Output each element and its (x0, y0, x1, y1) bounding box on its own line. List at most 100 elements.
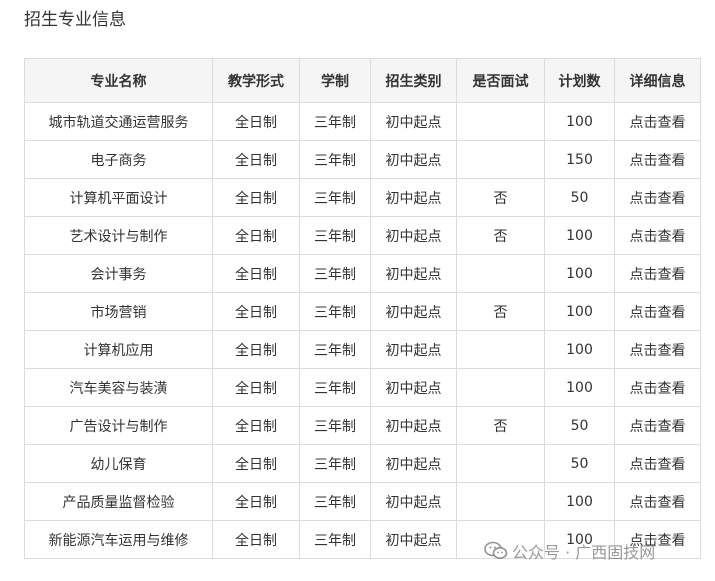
interview-cell (456, 444, 545, 483)
column-header: 计划数 (544, 58, 615, 103)
enrollment-type-cell: 初中起点 (370, 330, 457, 369)
table-row: 广告设计与制作 全日制 三年制 初中起点否 50 点击查看 (24, 406, 701, 445)
study-mode-cell: 全日制 (212, 482, 300, 521)
table-row: 汽车美容与装潢 全日制 三年制 初中起点 100 点击查看 (24, 368, 701, 407)
duration-cell: 三年制 (299, 368, 371, 407)
interview-cell (456, 520, 545, 559)
enrollment-type-cell: 初中起点 (370, 406, 457, 445)
interview-cell: 否 (456, 406, 545, 445)
interview-cell: 否 (456, 178, 545, 217)
duration-cell: 三年制 (299, 102, 371, 141)
details-link[interactable]: 点击查看 (614, 482, 701, 521)
details-link[interactable]: 点击查看 (614, 330, 701, 369)
details-link[interactable]: 点击查看 (614, 406, 701, 445)
duration-cell: 三年制 (299, 482, 371, 521)
table-row: 计算机应用 全日制 三年制 初中起点 100 点击查看 (24, 330, 701, 369)
quota-cell: 50 (544, 444, 615, 483)
table-row: 市场营销 全日制 三年制 初中起点否 100 点击查看 (24, 292, 701, 331)
interview-cell (456, 330, 545, 369)
study-mode-cell: 全日制 (212, 368, 300, 407)
interview-cell (456, 102, 545, 141)
quota-cell: 100 (544, 482, 615, 521)
quota-cell: 100 (544, 254, 615, 293)
study-mode-cell: 全日制 (212, 444, 300, 483)
major-name-cell: 计算机应用 (24, 330, 213, 369)
table-row: 艺术设计与制作 全日制 三年制 初中起点否 100 点击查看 (24, 216, 701, 255)
enrollment-type-cell: 初中起点 (370, 368, 457, 407)
details-link[interactable]: 点击查看 (614, 216, 701, 255)
duration-cell: 三年制 (299, 406, 371, 445)
table-row: 新能源汽车运用与维修 全日制 三年制 初中起点 100 点击查看 (24, 520, 701, 559)
duration-cell: 三年制 (299, 254, 371, 293)
details-link[interactable]: 点击查看 (614, 102, 701, 141)
page-title: 招生专业信息 (24, 10, 126, 30)
column-header: 是否面试 (456, 58, 545, 103)
quota-cell: 100 (544, 292, 615, 331)
major-name-cell: 幼儿保育 (24, 444, 213, 483)
duration-cell: 三年制 (299, 178, 371, 217)
major-name-cell: 电子商务 (24, 140, 213, 179)
major-name-cell: 新能源汽车运用与维修 (24, 520, 213, 559)
quota-cell: 150 (544, 140, 615, 179)
major-name-cell: 汽车美容与装潢 (24, 368, 213, 407)
table-row: 产品质量监督检验 全日制 三年制 初中起点 100 点击查看 (24, 482, 701, 521)
study-mode-cell: 全日制 (212, 178, 300, 217)
details-link[interactable]: 点击查看 (614, 292, 701, 331)
quota-cell: 100 (544, 216, 615, 255)
study-mode-cell: 全日制 (212, 520, 300, 559)
major-name-cell: 计算机平面设计 (24, 178, 213, 217)
details-link[interactable]: 点击查看 (614, 444, 701, 483)
study-mode-cell: 全日制 (212, 406, 300, 445)
column-header: 详细信息 (614, 58, 701, 103)
table-row: 电子商务 全日制 三年制 初中起点 150 点击查看 (24, 140, 701, 179)
duration-cell: 三年制 (299, 444, 371, 483)
duration-cell: 三年制 (299, 140, 371, 179)
column-header: 教学形式 (212, 58, 300, 103)
column-header: 招生类别 (370, 58, 457, 103)
interview-cell (456, 368, 545, 407)
enrollment-type-cell: 初中起点 (370, 102, 457, 141)
enrollment-type-cell: 初中起点 (370, 482, 457, 521)
table-header-row: 专业名称 教学形式 学制 招生类别 是否面试 计划数 详细信息 (24, 58, 701, 103)
majors-table: 专业名称 教学形式 学制 招生类别 是否面试 计划数 详细信息 城市轨道交通运营服务 全日制三… (24, 58, 701, 559)
table-row: 会计事务 全日制 三年制 初中起点 100 点击查看 (24, 254, 701, 293)
study-mode-cell: 全日制 (212, 330, 300, 369)
major-name-cell: 城市轨道交通运营服务 (24, 102, 213, 141)
enrollment-type-cell: 初中起点 (370, 216, 457, 255)
quota-cell: 100 (544, 102, 615, 141)
interview-cell: 否 (456, 292, 545, 331)
quota-cell: 50 (544, 406, 615, 445)
quota-cell: 100 (544, 520, 615, 559)
interview-cell (456, 140, 545, 179)
details-link[interactable]: 点击查看 (614, 520, 701, 559)
quota-cell: 100 (544, 330, 615, 369)
quota-cell: 50 (544, 178, 615, 217)
details-link[interactable]: 点击查看 (614, 368, 701, 407)
table-row: 计算机平面设计 全日制 三年制 初中起点否 50 点击查看 (24, 178, 701, 217)
details-link[interactable]: 点击查看 (614, 178, 701, 217)
study-mode-cell: 全日制 (212, 254, 300, 293)
major-name-cell: 产品质量监督检验 (24, 482, 213, 521)
details-link[interactable]: 点击查看 (614, 254, 701, 293)
interview-cell (456, 482, 545, 521)
major-name-cell: 广告设计与制作 (24, 406, 213, 445)
column-header: 学制 (299, 58, 371, 103)
major-name-cell: 市场营销 (24, 292, 213, 331)
major-name-cell: 会计事务 (24, 254, 213, 293)
enrollment-type-cell: 初中起点 (370, 520, 457, 559)
duration-cell: 三年制 (299, 520, 371, 559)
study-mode-cell: 全日制 (212, 292, 300, 331)
quota-cell: 100 (544, 368, 615, 407)
major-name-cell: 艺术设计与制作 (24, 216, 213, 255)
interview-cell (456, 254, 545, 293)
table-row: 幼儿保育 全日制 三年制 初中起点 50 点击查看 (24, 444, 701, 483)
enrollment-type-cell: 初中起点 (370, 178, 457, 217)
interview-cell: 否 (456, 216, 545, 255)
study-mode-cell: 全日制 (212, 216, 300, 255)
column-header: 专业名称 (24, 58, 213, 103)
duration-cell: 三年制 (299, 330, 371, 369)
study-mode-cell: 全日制 (212, 140, 300, 179)
details-link[interactable]: 点击查看 (614, 140, 701, 179)
enrollment-type-cell: 初中起点 (370, 292, 457, 331)
duration-cell: 三年制 (299, 216, 371, 255)
